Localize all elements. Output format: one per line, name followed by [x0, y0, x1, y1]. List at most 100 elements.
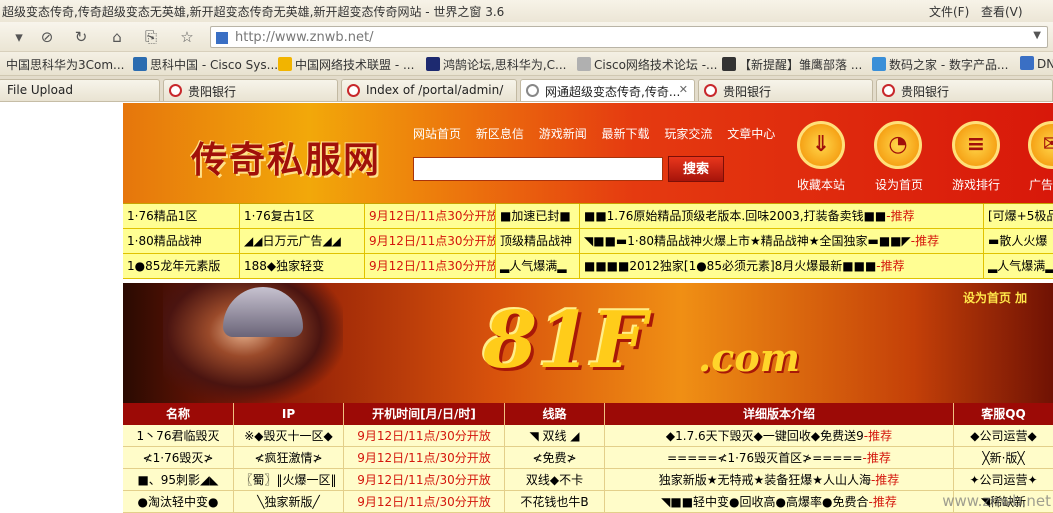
ad-link[interactable]: 广告	[1029, 176, 1053, 193]
tab-guiyang-bank-3[interactable]: 贵阳银行	[876, 79, 1053, 101]
chevron-down-icon[interactable]: ▼	[1033, 30, 1041, 41]
favorite-item[interactable]: DN	[1020, 56, 1053, 71]
history-icon[interactable]: ⎘	[140, 26, 162, 48]
table-cell[interactable]: 独家新版★无特戒★装备狂爆★人山人海-推荐	[605, 469, 954, 491]
grid-desc: ◥■■▬1·80精品战神火爆上市★精品战神★全国独家▬■■◤	[584, 234, 911, 248]
grid-cell[interactable]: ▂人气爆满▂	[496, 254, 580, 278]
page-viewport: 传奇私服网 网站首页 新区息信 游戏新闻 最新下载 玩家交流 文章中心 搜索 ⇓…	[0, 103, 1053, 513]
table-cell[interactable]: ✦公司运营✦	[954, 469, 1053, 491]
table-cell[interactable]: ╲独家新版╱	[234, 491, 344, 513]
ad-icon[interactable]: ✉	[1028, 121, 1053, 169]
grid-cell[interactable]: ■加速已封■	[496, 204, 580, 228]
opera-icon	[347, 84, 360, 97]
table-row[interactable]: ●淘汰轻中变● ╲独家新版╱ 9月12日/11点/30分开放 不花钱也牛B ◥■…	[123, 491, 1053, 513]
table-cell[interactable]: ≮疯狂激情≯	[234, 447, 344, 469]
list-icon[interactable]: ≡	[952, 121, 1000, 169]
grid-cell[interactable]: 9月12日/11点30分开放	[365, 254, 496, 278]
table-cell[interactable]: ■、95刺影◢◣	[123, 469, 234, 491]
row-desc: 独家新版★无特戒★装备狂爆★人山人海	[658, 473, 871, 487]
opera-icon	[169, 84, 182, 97]
table-cell[interactable]: ≮1·76毁灭≯	[123, 447, 234, 469]
favorite-item[interactable]: 数码之家 - 数字产品...	[872, 56, 1008, 73]
search-input[interactable]	[413, 157, 663, 181]
grid-cell[interactable]: ▬散人火爆	[984, 229, 1053, 253]
dropdown-icon[interactable]: ▾	[8, 26, 30, 48]
table-cell[interactable]: ◥■■轻中变●回收高●高爆率●免费合-推荐	[605, 491, 954, 513]
favorite-item[interactable]: 【新提醒】雏鹰部落 ...	[722, 56, 862, 73]
grid-cell[interactable]: 1·80精品战神	[123, 229, 240, 253]
search-button[interactable]: 搜索	[668, 156, 724, 182]
tab-index-portal-admin[interactable]: Index of /portal/admin/	[341, 79, 517, 101]
nav-downloads[interactable]: 最新下载	[602, 127, 650, 141]
column-header: 名称	[123, 403, 234, 425]
favorite-item[interactable]: 中国网络技术联盟 - ...	[278, 56, 414, 73]
promo-banner[interactable]: 81F .com 设为首页 加	[123, 283, 1053, 403]
server-link-grid: 1·76精品1区 1·76复古1区 9月12日/11点30分开放 ■加速已封■ …	[123, 203, 1053, 279]
bookmark-site-link[interactable]: 收藏本站	[797, 176, 845, 193]
table-cell[interactable]: ╳新·版╳	[954, 447, 1053, 469]
game-ranking-link[interactable]: 游戏排行	[952, 176, 1000, 193]
table-cell[interactable]: ●淘汰轻中变●	[123, 491, 234, 513]
table-cell: 9月12日/11点/30分开放	[344, 469, 505, 491]
address-url[interactable]: http://www.znwb.net/	[235, 30, 373, 45]
menu-file[interactable]: 文件(F)	[929, 3, 969, 20]
grid-cell[interactable]: 1·76精品1区	[123, 204, 240, 228]
chat-icon[interactable]: ◔	[874, 121, 922, 169]
site-container: 传奇私服网 网站首页 新区息信 游戏新闻 最新下载 玩家交流 文章中心 搜索 ⇓…	[123, 103, 1053, 513]
grid-cell[interactable]: ▂人气爆满▂	[984, 254, 1053, 278]
close-icon[interactable]: ✕	[679, 83, 688, 96]
table-row[interactable]: 1丶76君临毁灭 ※◆毁灭十一区◆ 9月12日/11点/30分开放 ◥ 双线 ◢…	[123, 425, 1053, 447]
grid-cell[interactable]: [可爆+5极品	[984, 204, 1053, 228]
nav-articles[interactable]: 文章中心	[727, 127, 775, 141]
table-cell[interactable]: ※◆毁灭十一区◆	[234, 425, 344, 447]
nav-game-news[interactable]: 游戏新闻	[539, 127, 587, 141]
grid-cell[interactable]: ■■1.76原始精品顶级老版本.回味2003,打装备卖钱■■-推荐	[580, 204, 984, 228]
favorite-item[interactable]: 鸿鹄论坛,思科华为,C...	[426, 56, 566, 73]
site-logo[interactable]: 传奇私服网	[191, 131, 381, 183]
nav-new-server[interactable]: 新区息信	[476, 127, 524, 141]
grid-cell[interactable]: ◢◢日万元广告◢◢	[240, 229, 365, 253]
table-cell[interactable]: 〖蜀〗‖火爆一区‖	[234, 469, 344, 491]
grid-cell[interactable]: 188◆独家轻变	[240, 254, 365, 278]
eagle-icon	[722, 57, 736, 71]
table-cell: 9月12日/11点/30分开放	[344, 425, 505, 447]
refresh-icon[interactable]: ↻	[70, 26, 92, 48]
table-cell[interactable]: ◆1.7.6天下毁灭◆一键回收◆免费送9-推荐	[605, 425, 954, 447]
set-homepage-link[interactable]: 设为首页	[875, 176, 923, 193]
grid-cell[interactable]: 9月12日/11点30分开放	[365, 204, 496, 228]
server-table: 名称 IP 开机时间[月/日/时] 线路 详细版本介绍 客服QQ 1丶76君临毁…	[123, 403, 1053, 513]
grid-cell[interactable]: 顶级精品战神	[496, 229, 580, 253]
download-icon[interactable]: ⇓	[797, 121, 845, 169]
tab-guiyang-bank-1[interactable]: 贵阳银行	[163, 79, 338, 101]
page-icon	[526, 84, 539, 97]
table-cell[interactable]: =====≮1·76毁灭首区≯=====-推荐	[605, 447, 954, 469]
grid-cell[interactable]: 9月12日/11点30分开放	[365, 229, 496, 253]
nav-home[interactable]: 网站首页	[413, 127, 461, 141]
home-icon[interactable]: ⌂	[106, 26, 128, 48]
tab-active-site[interactable]: 网通超级变态传奇,传奇... ✕	[520, 79, 695, 101]
favorite-item[interactable]: 中国思科华为3Com...	[6, 56, 125, 73]
stop-icon[interactable]: ⊘	[36, 26, 58, 48]
favorite-item[interactable]: 思科中国 - Cisco Sys...	[133, 56, 278, 73]
table-cell[interactable]: ◆公司运营◆	[954, 425, 1053, 447]
nav-community[interactable]: 玩家交流	[664, 127, 712, 141]
grid-cell[interactable]: 1·76复古1区	[240, 204, 365, 228]
table-row[interactable]: ≮1·76毁灭≯ ≮疯狂激情≯ 9月12日/11点/30分开放 ≮免费≯ ===…	[123, 447, 1053, 469]
table-row[interactable]: ■、95刺影◢◣ 〖蜀〗‖火爆一区‖ 9月12日/11点/30分开放 双线◆不卡…	[123, 469, 1053, 491]
banner-homepage-link[interactable]: 设为首页 加	[963, 289, 1027, 306]
tab-file-upload[interactable]: File Upload	[0, 79, 160, 101]
row-desc: ◆1.7.6天下毁灭◆一键回收◆免费送9	[665, 429, 864, 443]
tab-guiyang-bank-2[interactable]: 贵阳银行	[698, 79, 873, 101]
grid-row: 1·80精品战神 ◢◢日万元广告◢◢ 9月12日/11点30分开放 顶级精品战神…	[123, 229, 1053, 254]
grid-cell[interactable]: 1●85龙年元素版	[123, 254, 240, 278]
table-cell: ◥ 双线 ◢	[505, 425, 605, 447]
table-header: 名称 IP 开机时间[月/日/时] 线路 详细版本介绍 客服QQ	[123, 403, 1053, 425]
menu-view[interactable]: 查看(V)	[981, 3, 1023, 20]
favorite-item[interactable]: Cisco网络技术论坛 -...	[577, 56, 718, 73]
table-cell: 9月12日/11点/30分开放	[344, 447, 505, 469]
address-bar[interactable]: http://www.znwb.net/ ▼	[210, 26, 1048, 48]
favorite-star-icon[interactable]: ☆	[176, 26, 198, 48]
grid-cell[interactable]: ◥■■▬1·80精品战神火爆上市★精品战神★全国独家▬■■◤-推荐	[580, 229, 984, 253]
table-cell[interactable]: 1丶76君临毁灭	[123, 425, 234, 447]
grid-cell[interactable]: ■■■■2012独家[1●85必须元素]8月火爆最新■■■-推荐	[580, 254, 984, 278]
